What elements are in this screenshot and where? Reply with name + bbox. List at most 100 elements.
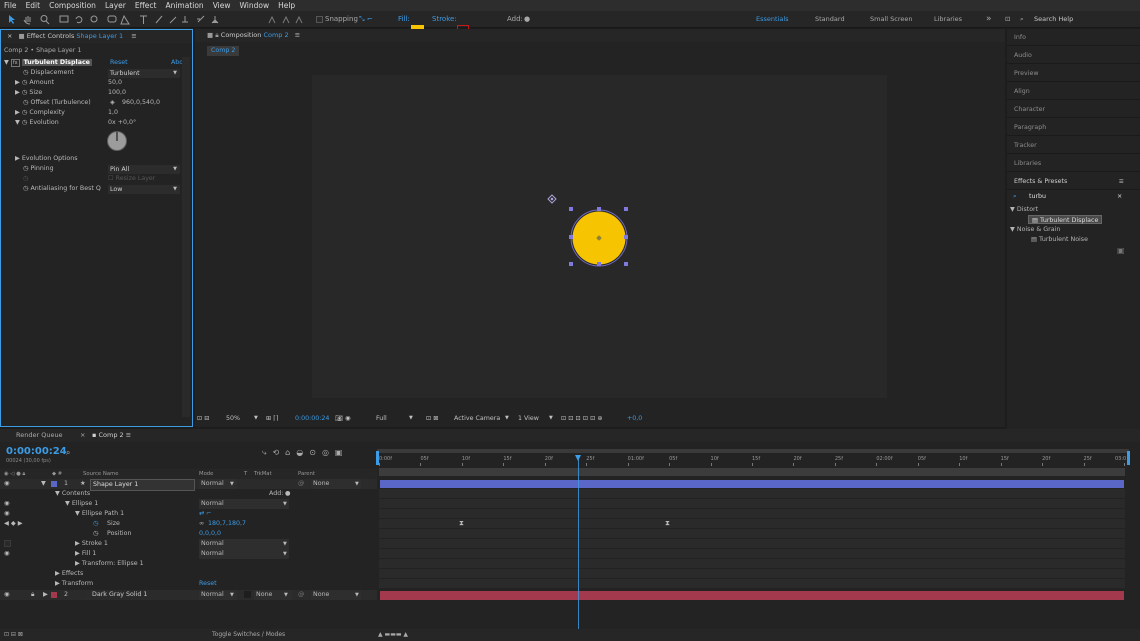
tracker-panel-tab[interactable]: Tracker	[1007, 137, 1140, 154]
position-property-row[interactable]: ◷ Position 0,0,0,0	[0, 529, 377, 539]
camera-dropdown[interactable]: Active Camera	[454, 412, 500, 425]
workspace-small-screen[interactable]: Small Screen	[870, 14, 912, 25]
snapshot-icon[interactable]: 📷︎ ◉	[335, 412, 351, 425]
position-value[interactable]: 0,0,0,0	[199, 529, 221, 539]
view-option-icons[interactable]: ⊡ ⊡ ⊡ ⊡ ⊡ ⊕	[561, 412, 603, 425]
preview-panel-tab[interactable]: Preview	[1007, 65, 1140, 82]
libraries-panel-tab[interactable]: Libraries	[1007, 155, 1140, 172]
playhead-line[interactable]	[578, 459, 579, 629]
add-shape-icon[interactable]: ●	[285, 489, 291, 499]
new-bin-icon[interactable]: ▣	[1117, 246, 1125, 255]
visibility-eye-icon[interactable]: ◉	[4, 479, 10, 489]
ellipse1-mode-dropdown[interactable]: Normal	[199, 499, 289, 509]
panel-menu-icon[interactable]: ≡	[1119, 173, 1124, 190]
effects-search-input[interactable]: turbu	[1029, 191, 1046, 203]
constrain-link-icon[interactable]: ∞	[199, 519, 204, 529]
contents-row[interactable]: ▼ Contents Add: ●	[0, 489, 377, 499]
layer-row-shape-layer-1[interactable]: ◉ ▼ 1 ★ Shape Layer 1 Normal ▼ @ None ▼	[0, 479, 377, 491]
stroke1-row[interactable]: ▶ Stroke 1 Normal ▼	[0, 539, 377, 549]
workspace-libraries[interactable]: Libraries	[934, 14, 962, 25]
visibility-eye-icon[interactable]: ◉	[4, 590, 10, 600]
work-area-end[interactable]	[1127, 451, 1130, 465]
distort-group[interactable]: ▼ Distort	[1010, 205, 1038, 215]
complexity-value[interactable]: 1,0	[108, 108, 118, 118]
reset-link[interactable]: Reset	[110, 58, 128, 68]
layer-label-color[interactable]	[51, 481, 57, 487]
workspace-standard[interactable]: Standard	[815, 14, 845, 25]
region-icons[interactable]: ⊞ ⌈⌉	[266, 412, 278, 425]
axis-mode-icons[interactable]	[266, 14, 306, 25]
menu-effect[interactable]: Effect	[135, 1, 157, 10]
fill1-mode-dropdown[interactable]: Normal	[199, 549, 289, 559]
tool-icons[interactable]	[6, 14, 251, 25]
resolution-dropdown[interactable]: Full	[376, 412, 387, 425]
stopwatch-icon[interactable]: ◷	[93, 519, 99, 529]
snapping-checkbox[interactable]	[316, 16, 323, 23]
stopwatch-icon[interactable]: ◷	[93, 529, 99, 539]
layer1-parent-dropdown[interactable]: None	[311, 479, 361, 489]
size-value[interactable]: 100,0	[108, 88, 126, 98]
layer-row-dark-gray-solid[interactable]: ◉ 🔒︎ ▶ 2 Dark Gray Solid 1 Normal ▼ None…	[0, 590, 377, 600]
offset-value[interactable]: 960,0,540,0	[122, 98, 160, 108]
size-value[interactable]: 180,7,180,7	[208, 519, 246, 529]
effects-search[interactable]: ⌕ turbu ×	[1007, 191, 1140, 203]
size-property-row[interactable]: ◀ ◆ ▶ ◷ Size ∞ 180,7,180,7	[0, 519, 377, 529]
layer1-duration-bar[interactable]	[380, 480, 1124, 488]
parent-pickwhip-icon[interactable]: @	[298, 590, 304, 600]
effect-item-turbulent-displace[interactable]: ▤ Turbulent Displace	[1028, 215, 1103, 224]
displacement-dropdown[interactable]: Turbulent	[108, 69, 180, 78]
lock-icon[interactable]: 🔒︎	[215, 31, 218, 39]
antialiasing-dropdown[interactable]: Low	[108, 185, 180, 194]
clear-search-icon[interactable]: ×	[1117, 191, 1122, 203]
ellipse1-row[interactable]: ◉ ▼ Ellipse 1 Normal ▼	[0, 499, 377, 509]
visibility-eye-icon[interactable]: ◉	[4, 509, 10, 519]
search-icon[interactable]: ⌕	[1020, 14, 1024, 25]
render-queue-tab[interactable]: Render Queue	[16, 429, 63, 442]
character-panel-tab[interactable]: Character	[1007, 101, 1140, 118]
menu-window[interactable]: Window	[240, 1, 270, 10]
menu-animation[interactable]: Animation	[165, 1, 203, 10]
stroke1-mode-dropdown[interactable]: Normal	[199, 539, 289, 549]
size-keyframe-1[interactable]: ⧗	[459, 519, 464, 528]
ellipse-path-row[interactable]: ◉ ▼ Ellipse Path 1 ⇄ ⌐	[0, 509, 377, 519]
paragraph-panel-tab[interactable]: Paragraph	[1007, 119, 1140, 136]
search-icon[interactable]: ⌕	[66, 448, 70, 458]
shape-layer-ellipse[interactable]	[312, 75, 887, 398]
workspace-overflow-icon[interactable]: »	[986, 14, 992, 25]
work-area-start[interactable]	[376, 451, 379, 465]
effect-controls-tab[interactable]: × ■ Effect Controls Shape Layer 1 ≡	[1, 30, 192, 43]
view-layout-dropdown[interactable]: 1 View	[518, 412, 539, 425]
toggle-switches-modes[interactable]: Toggle Switches / Modes	[212, 629, 285, 641]
visibility-eye-icon[interactable]: ◉	[4, 549, 10, 559]
size-keyframe-2[interactable]: ⧗	[665, 519, 670, 528]
always-preview-icon[interactable]: ⊡ ⊟	[197, 412, 210, 425]
layer-name[interactable]: Dark Gray Solid 1	[92, 590, 147, 600]
navigator-bar[interactable]	[379, 468, 1125, 476]
transform-row[interactable]: ▶ Transform Reset	[0, 579, 377, 589]
exposure-value[interactable]: +0,0	[627, 412, 642, 425]
transparency-grid-icon[interactable]: ⊡ ⊠	[426, 412, 439, 425]
menu-composition[interactable]: Composition	[49, 1, 96, 10]
playhead-handle[interactable]	[575, 455, 581, 461]
effects-row[interactable]: ▶ Effects	[0, 569, 377, 579]
effect-name[interactable]: Turbulent Displace	[21, 59, 92, 66]
menu-file[interactable]: File	[4, 1, 17, 10]
timeline-switch-icons[interactable]: ⤷⟲⌂◒⊙◎▣	[262, 448, 348, 458]
amount-value[interactable]: 50,0	[108, 78, 122, 88]
lock-icon[interactable]: 🔒︎	[31, 590, 34, 600]
effect-header[interactable]: ▼ fx Turbulent Displace Reset Abo	[4, 58, 193, 68]
layer2-duration-bar[interactable]	[380, 591, 1124, 600]
effect-item-turbulent-noise[interactable]: ▤ Turbulent Noise	[1028, 235, 1091, 245]
visibility-eye-icon[interactable]: ◉	[4, 499, 10, 509]
evolution-dial[interactable]	[106, 130, 128, 152]
info-panel-tab[interactable]: Info	[1007, 29, 1140, 46]
comp-sub-tab[interactable]: Comp 2	[207, 46, 240, 56]
transform-ellipse-row[interactable]: ▶ Transform: Ellipse 1	[0, 559, 377, 569]
evolution-value[interactable]: 0x +0,0°	[108, 118, 136, 128]
comp-timecode[interactable]: 0:00:00:24	[295, 412, 329, 425]
timeline-timecode[interactable]: 0:00:00:24	[6, 446, 67, 457]
keyframe-navigator[interactable]: ◀ ◆ ▶	[4, 519, 23, 529]
search-help-box-icon[interactable]: ⊡	[1005, 14, 1010, 25]
align-panel-tab[interactable]: Align	[1007, 83, 1140, 100]
menu-view[interactable]: View	[213, 1, 231, 10]
